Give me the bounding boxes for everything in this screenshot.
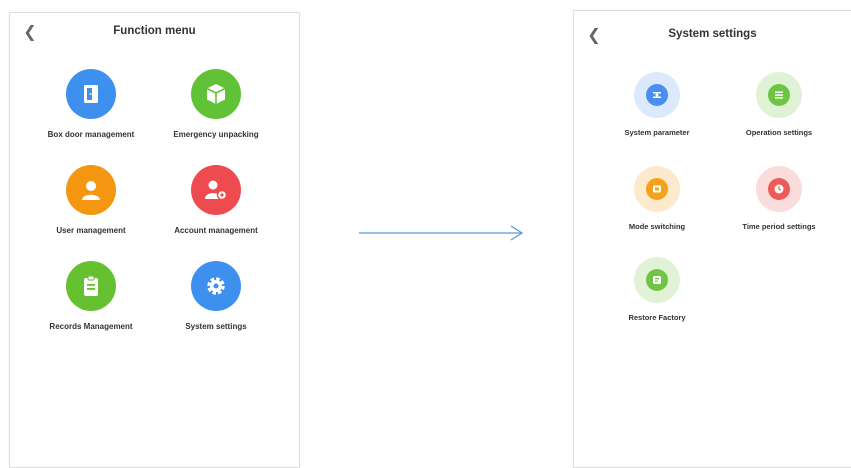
- box-icon: [191, 69, 241, 119]
- settings-item-label: Operation settings: [745, 128, 813, 137]
- clipboard-icon: [66, 261, 116, 311]
- menu-item-user-management[interactable]: User management: [26, 165, 156, 235]
- menu-item-label: System settings: [185, 322, 247, 331]
- settings-item-time-period-settings[interactable]: Time period settings: [714, 166, 844, 231]
- door-icon: [66, 69, 116, 119]
- menu-item-label: Account management: [174, 226, 258, 235]
- page-title: Function menu: [113, 25, 196, 37]
- settings-item-label: Mode switching: [628, 222, 686, 231]
- parameter-icon: [646, 84, 668, 106]
- restore-icon: [646, 269, 668, 291]
- settings-item-operation-settings[interactable]: Operation settings: [714, 72, 844, 137]
- menu-item-account-management[interactable]: Account management: [151, 165, 281, 235]
- system-settings-header: ❮ System settings: [574, 11, 851, 51]
- gear-icon: [191, 261, 241, 311]
- menu-item-label: Records Management: [49, 322, 133, 331]
- menu-item-box-door-management[interactable]: Box door management: [26, 69, 156, 139]
- settings-item-label: Restore Factory: [628, 313, 686, 322]
- settings-item-mode-switching[interactable]: Mode switching: [592, 166, 722, 231]
- user-gear-icon: [191, 165, 241, 215]
- list-icon: [768, 84, 790, 106]
- function-menu-screen: ❮ Function menu Box door management Emer…: [9, 12, 300, 468]
- menu-item-records-management[interactable]: Records Management: [26, 261, 156, 331]
- menu-item-label: Emergency unpacking: [173, 130, 259, 139]
- settings-item-label: Time period settings: [742, 222, 816, 231]
- mode-icon: [646, 178, 668, 200]
- settings-item-system-parameter[interactable]: System parameter: [592, 72, 722, 137]
- user-icon: [66, 165, 116, 215]
- menu-item-emergency-unpacking[interactable]: Emergency unpacking: [151, 69, 281, 139]
- system-settings-screen: ❮ System settings System parameter Opera…: [573, 10, 851, 468]
- settings-item-restore-factory[interactable]: Restore Factory: [592, 257, 722, 322]
- menu-item-system-settings[interactable]: System settings: [151, 261, 281, 331]
- clock-icon: [768, 178, 790, 200]
- function-menu-header: ❮ Function menu: [10, 13, 299, 53]
- flow-arrow: [359, 225, 524, 241]
- settings-item-label: System parameter: [624, 128, 690, 137]
- page-title: System settings: [668, 28, 757, 40]
- menu-item-label: User management: [56, 226, 126, 235]
- menu-item-label: Box door management: [47, 130, 135, 139]
